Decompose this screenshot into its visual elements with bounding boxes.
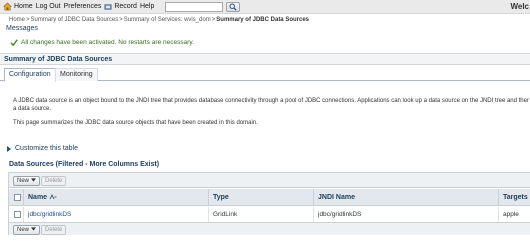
breadcrumb: Home>Summary of JDBC Data Sources>Summar…: [9, 17, 309, 23]
select-all-checkbox[interactable]: [14, 194, 21, 201]
preferences-link[interactable]: Preferences: [64, 0, 102, 14]
column-header-name[interactable]: Name: [23, 189, 208, 206]
record-label: Record: [114, 3, 137, 10]
row-name-link[interactable]: jdbc/gridlinkDS: [23, 207, 208, 222]
home-label: Home: [14, 3, 33, 10]
new-button-bottom-label: New: [17, 227, 30, 233]
column-header-jndi-name[interactable]: JNDI Name: [313, 189, 498, 206]
table-caption: Data Sources (Filtered - More Columns Ex…: [9, 161, 160, 168]
row-type: GridLink: [208, 207, 313, 222]
checkmark-icon: [10, 39, 18, 46]
search-button[interactable]: [226, 1, 241, 12]
sort-ascending-icon: [49, 194, 57, 200]
breadcrumb-separator: >: [26, 17, 30, 23]
description-line-3: This page summarizes the JDBC data sourc…: [13, 120, 258, 126]
record-link[interactable]: Record: [104, 0, 137, 14]
breadcrumb-current: Summary of JDBC Data Sources: [216, 17, 309, 23]
welcome-text: Welc: [510, 2, 529, 11]
breadcrumb-services[interactable]: Summary of Services: wvis_dom: [124, 17, 211, 23]
table-header-row: Name Type JNDI Name Targets: [9, 189, 530, 206]
table-toolbar-top: New Delete: [9, 173, 530, 188]
column-header-type[interactable]: Type: [208, 189, 313, 206]
table-toolbar-bottom: New Delete: [9, 222, 530, 235]
row-targets: apple: [498, 207, 530, 222]
breadcrumb-separator: >: [119, 17, 123, 23]
new-button[interactable]: New: [13, 176, 41, 186]
customize-table-link[interactable]: Customize this table: [6, 145, 78, 152]
delete-button-bottom[interactable]: Delete: [41, 225, 67, 235]
messages-title: Messages: [6, 25, 38, 32]
table-row: jdbc/gridlinkDS GridLink jdbc/gridlinkDS…: [9, 207, 530, 222]
breadcrumb-home[interactable]: Home: [9, 17, 25, 23]
breadcrumb-separator: >: [211, 17, 216, 23]
section-title: Summary of JDBC Data Sources: [0, 53, 530, 65]
help-link[interactable]: Help: [140, 0, 154, 14]
logout-link[interactable]: Log Out: [36, 0, 61, 14]
tab-configuration[interactable]: Configuration: [4, 68, 56, 82]
column-name-label: Name: [28, 194, 48, 201]
success-message: All changes have been activated. No rest…: [10, 39, 194, 46]
search-input[interactable]: [165, 1, 224, 12]
chevron-down-icon: [31, 227, 37, 232]
description-line-2: a data source.: [13, 106, 52, 112]
delete-button[interactable]: Delete: [41, 176, 67, 186]
tab-monitoring[interactable]: Monitoring: [55, 68, 98, 81]
tab-bar: Configuration Monitoring: [0, 68, 530, 82]
row-checkbox[interactable]: [14, 211, 21, 218]
data-sources-table: New Delete Name Type JNDI Name Targets j…: [8, 172, 530, 235]
breadcrumb-jdbc[interactable]: Summary of JDBC Data Sources: [31, 17, 119, 23]
description-line-1: A JDBC data source is an object bound to…: [13, 98, 529, 104]
home-link[interactable]: Home: [3, 0, 33, 14]
magnifier-icon: [229, 2, 237, 11]
new-button-bottom[interactable]: New: [13, 225, 41, 235]
row-jndi-name: jdbc/gridlinkDS: [313, 207, 498, 222]
customize-table-label: Customize this table: [15, 145, 79, 152]
top-toolbar: Home Log Out Preferences Record Help Wel…: [0, 0, 530, 14]
success-message-text: All changes have been activated. No rest…: [21, 39, 194, 46]
record-icon: [104, 3, 112, 10]
chevron-down-icon: [31, 178, 37, 183]
home-icon: [3, 2, 12, 11]
expand-triangle-icon: [7, 145, 11, 152]
new-button-label: New: [17, 178, 30, 184]
column-header-targets[interactable]: Targets: [498, 189, 530, 206]
